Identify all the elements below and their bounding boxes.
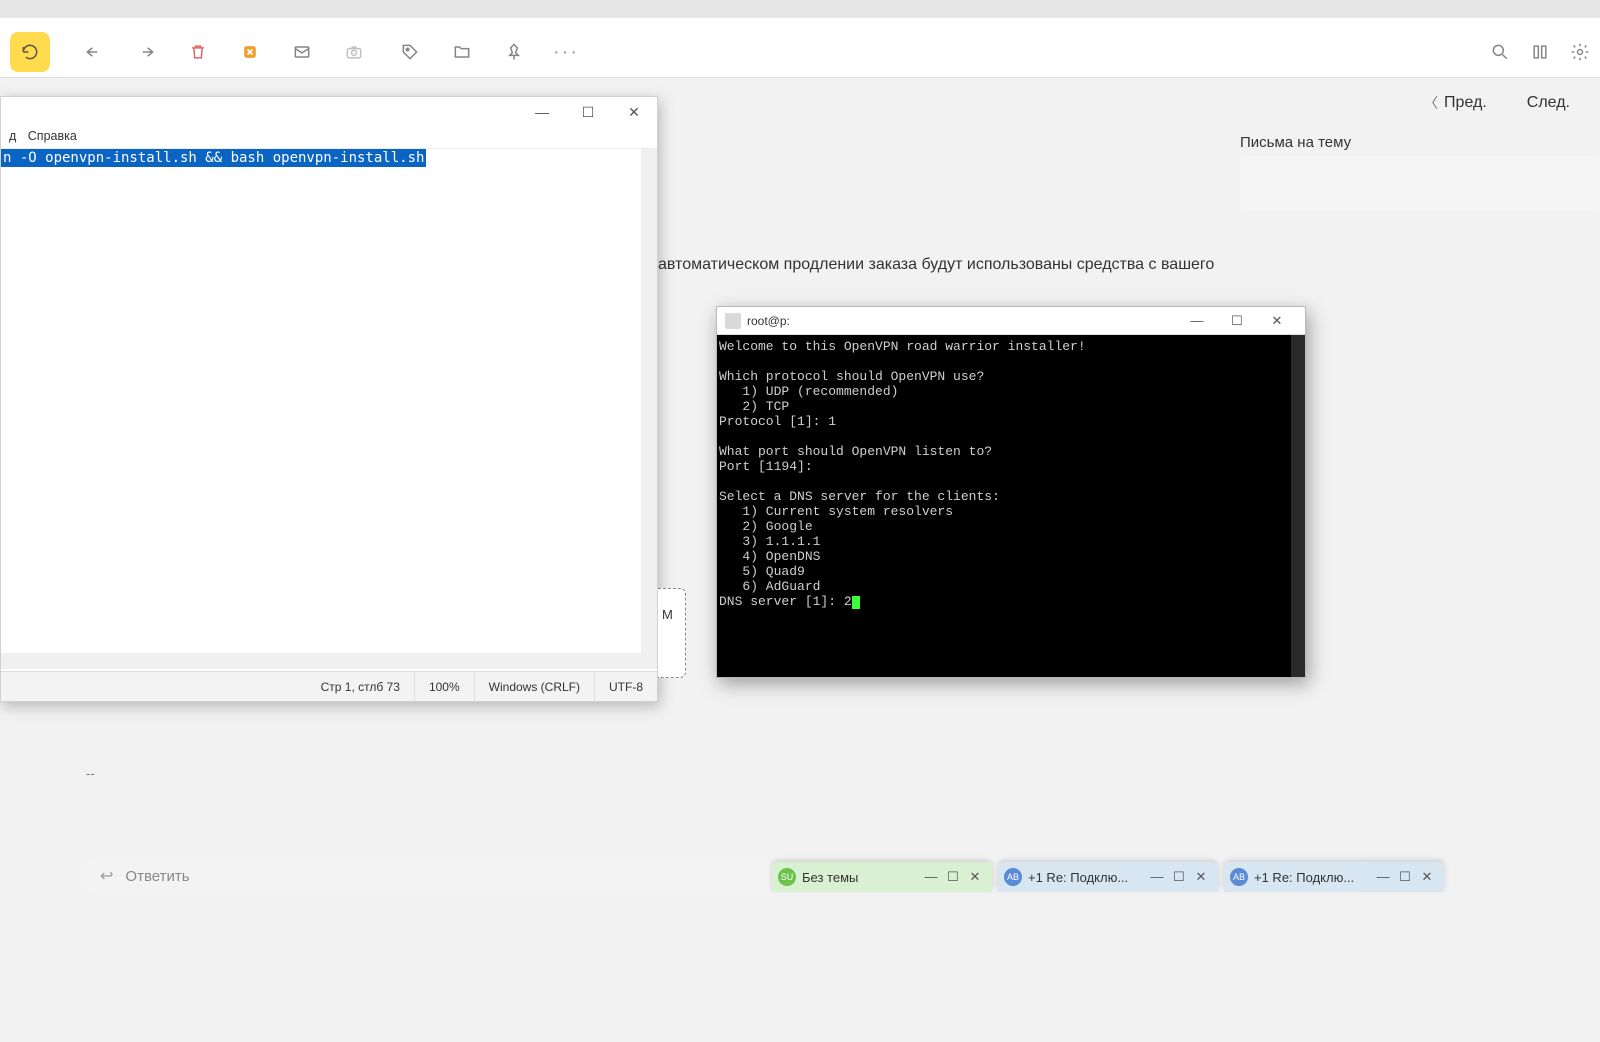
forward-icon	[136, 42, 156, 62]
label-button[interactable]	[390, 32, 430, 72]
ssh-close-button[interactable]: ✕	[1257, 307, 1297, 335]
notepad-scrollbar-v[interactable]	[641, 149, 657, 669]
notepad-selected-text[interactable]: n -O openvpn-install.sh && bash openvpn-…	[1, 149, 426, 167]
pin-button[interactable]	[494, 32, 534, 72]
delete-button[interactable]	[178, 32, 218, 72]
chat-min-icon[interactable]: —	[920, 869, 942, 885]
chat-title: +1 Re: Подклю...	[1028, 870, 1128, 885]
nav-prev-label: Пред.	[1444, 94, 1487, 112]
chat-min-icon[interactable]: —	[1146, 869, 1168, 885]
refresh-icon	[20, 42, 40, 62]
chat-close-icon[interactable]: ✕	[1190, 869, 1212, 885]
avatar: SU	[778, 868, 796, 886]
browser-top-band	[0, 0, 1600, 18]
notepad-statusbar: Стр 1, стлб 73 100% Windows (CRLF) UTF-8	[1, 671, 657, 701]
gear-icon	[1570, 42, 1590, 62]
ssh-maximize-button[interactable]: ☐	[1217, 307, 1257, 335]
ssh-titlebar[interactable]: root@p: — ☐ ✕	[717, 307, 1305, 335]
chat-min-icon[interactable]: —	[1372, 869, 1394, 885]
notepad-minimize-button[interactable]: —	[519, 97, 565, 127]
notepad-scrollbar-h[interactable]	[1, 653, 657, 669]
nav-next[interactable]: След.	[1527, 94, 1570, 112]
avatar: АВ	[1004, 868, 1022, 886]
subject-panel[interactable]	[1240, 156, 1600, 210]
notepad-window: — ☐ ✕ д Справка n -O openvpn-install.sh …	[0, 96, 658, 702]
mail-body-line: автоматическом продлении заказа будут ис…	[658, 256, 1214, 274]
reply-icon: ↩	[100, 866, 113, 886]
tag-icon	[400, 42, 420, 62]
chat-title: +1 Re: Подклю...	[1254, 870, 1354, 885]
attachment-dropzone[interactable]: М	[658, 588, 686, 678]
search-icon	[1490, 42, 1510, 62]
folder-icon	[452, 42, 472, 62]
signature-dashes: --	[86, 766, 95, 781]
nav-next-label: След.	[1527, 94, 1570, 112]
layout-button[interactable]	[1520, 32, 1560, 72]
chat-max-icon[interactable]: ☐	[942, 869, 964, 885]
reply-icon	[84, 42, 104, 62]
ssh-scrollbar[interactable]	[1291, 335, 1305, 677]
chat-tab-3[interactable]: АВ +1 Re: Подклю... —☐✕	[1224, 862, 1444, 892]
status-zoom: 100%	[414, 672, 474, 701]
spam-button[interactable]	[230, 32, 270, 72]
putty-icon	[725, 313, 741, 329]
notepad-titlebar[interactable]: — ☐ ✕	[1, 97, 657, 127]
notepad-content[interactable]: n -O openvpn-install.sh && bash openvpn-…	[1, 149, 657, 669]
layout-icon	[1530, 42, 1550, 62]
nav-prev[interactable]: 〈 Пред.	[1424, 93, 1487, 113]
chat-title: Без темы	[802, 870, 858, 885]
envelope-icon	[292, 42, 312, 62]
chat-tab-1[interactable]: SU Без темы —☐✕	[772, 862, 992, 892]
snapshot-button[interactable]	[334, 32, 374, 72]
ssh-title-text: root@p:	[747, 314, 790, 328]
reply-button[interactable]	[74, 32, 114, 72]
notepad-menu-item-help[interactable]: Справка	[28, 129, 77, 143]
mail-toolbar: ···	[0, 18, 1600, 78]
notepad-maximize-button[interactable]: ☐	[565, 97, 611, 127]
camera-icon	[344, 42, 364, 62]
search-button[interactable]	[1480, 32, 1520, 72]
chat-max-icon[interactable]: ☐	[1168, 869, 1190, 885]
chat-tab-2[interactable]: АВ +1 Re: Подклю... —☐✕	[998, 862, 1218, 892]
terminal-cursor	[852, 596, 860, 609]
spam-icon	[240, 42, 260, 62]
refresh-button[interactable]	[10, 32, 50, 72]
chat-close-icon[interactable]: ✕	[964, 869, 986, 885]
notepad-close-button[interactable]: ✕	[611, 97, 657, 127]
reply-placeholder: Ответить	[125, 868, 189, 885]
forward-button[interactable]	[126, 32, 166, 72]
trash-icon	[188, 42, 208, 62]
status-enc: UTF-8	[594, 672, 657, 701]
nav-right: 〈 Пред. След.	[1424, 78, 1600, 128]
chevron-left-icon: 〈	[1424, 93, 1438, 113]
status-pos: Стр 1, стлб 73	[307, 672, 414, 701]
move-button[interactable]	[442, 32, 482, 72]
status-eol: Windows (CRLF)	[474, 672, 594, 701]
attachment-letter: М	[662, 607, 673, 622]
more-button[interactable]: ···	[546, 32, 586, 72]
settings-button[interactable]	[1560, 32, 1600, 72]
pin-icon	[504, 42, 524, 62]
chat-close-icon[interactable]: ✕	[1416, 869, 1438, 885]
notepad-menu-item-1[interactable]: д	[9, 129, 16, 143]
chat-max-icon[interactable]: ☐	[1394, 869, 1416, 885]
ssh-terminal[interactable]: Welcome to this OpenVPN road warrior ins…	[717, 335, 1305, 677]
mark-read-button[interactable]	[282, 32, 322, 72]
ssh-minimize-button[interactable]: —	[1177, 307, 1217, 335]
notepad-menubar: д Справка	[1, 127, 657, 149]
avatar: АВ	[1230, 868, 1248, 886]
ssh-window: root@p: — ☐ ✕ Welcome to this OpenVPN ro…	[716, 306, 1306, 678]
